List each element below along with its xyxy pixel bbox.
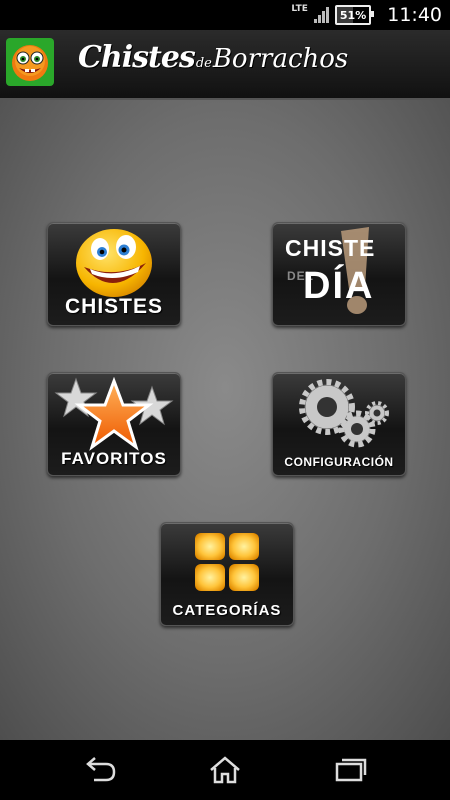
status-bar: LTE 51% 11:40 xyxy=(0,0,450,30)
app-header: ChistesdeBorrachos xyxy=(0,30,450,100)
recents-icon[interactable] xyxy=(332,754,368,786)
categorias-label: CATEGORÍAS xyxy=(172,602,282,619)
main-menu: CHISTES CHISTE DEL DÍA FAVORITOS CONFIGU… xyxy=(0,100,450,740)
navigation-bar xyxy=(0,740,450,800)
favoritos-button[interactable]: FAVORITOS xyxy=(47,372,181,476)
categorias-button[interactable]: CATEGORÍAS xyxy=(160,522,294,626)
app-title-second: Borrachos xyxy=(212,44,349,74)
signal-icon xyxy=(313,7,329,23)
stars-icon xyxy=(48,377,180,453)
app-title-main: Chistes xyxy=(78,40,196,75)
gears-icon xyxy=(273,377,405,449)
chistes-label: CHISTES xyxy=(64,295,163,318)
chistes-button[interactable]: CHISTES xyxy=(47,222,181,326)
clock: 11:40 xyxy=(387,4,442,26)
chiste-del-dia-text: CHISTE DEL DÍA xyxy=(285,235,376,307)
chiste-del-dia-button[interactable]: CHISTE DEL DÍA xyxy=(272,222,406,326)
battery-icon: 51% xyxy=(334,5,375,25)
home-icon[interactable] xyxy=(207,754,243,786)
network-type: LTE xyxy=(291,4,308,14)
battery-percent: 51% xyxy=(339,8,367,22)
grid-tiles-icon xyxy=(161,527,293,597)
app-title-de: de xyxy=(195,56,212,71)
app-title: ChistesdeBorrachos xyxy=(78,40,348,75)
chiste-del-dia-line3: DÍA xyxy=(303,265,375,307)
favoritos-label: FAVORITOS xyxy=(61,449,167,468)
configuracion-label: CONFIGURACIÓN xyxy=(284,455,394,469)
configuracion-button[interactable]: CONFIGURACIÓN xyxy=(272,372,406,476)
back-icon[interactable] xyxy=(82,754,118,786)
smiley-face-icon xyxy=(48,227,180,299)
chiste-del-dia-line1: CHISTE xyxy=(285,235,376,261)
drunk-face-icon[interactable] xyxy=(6,38,54,86)
